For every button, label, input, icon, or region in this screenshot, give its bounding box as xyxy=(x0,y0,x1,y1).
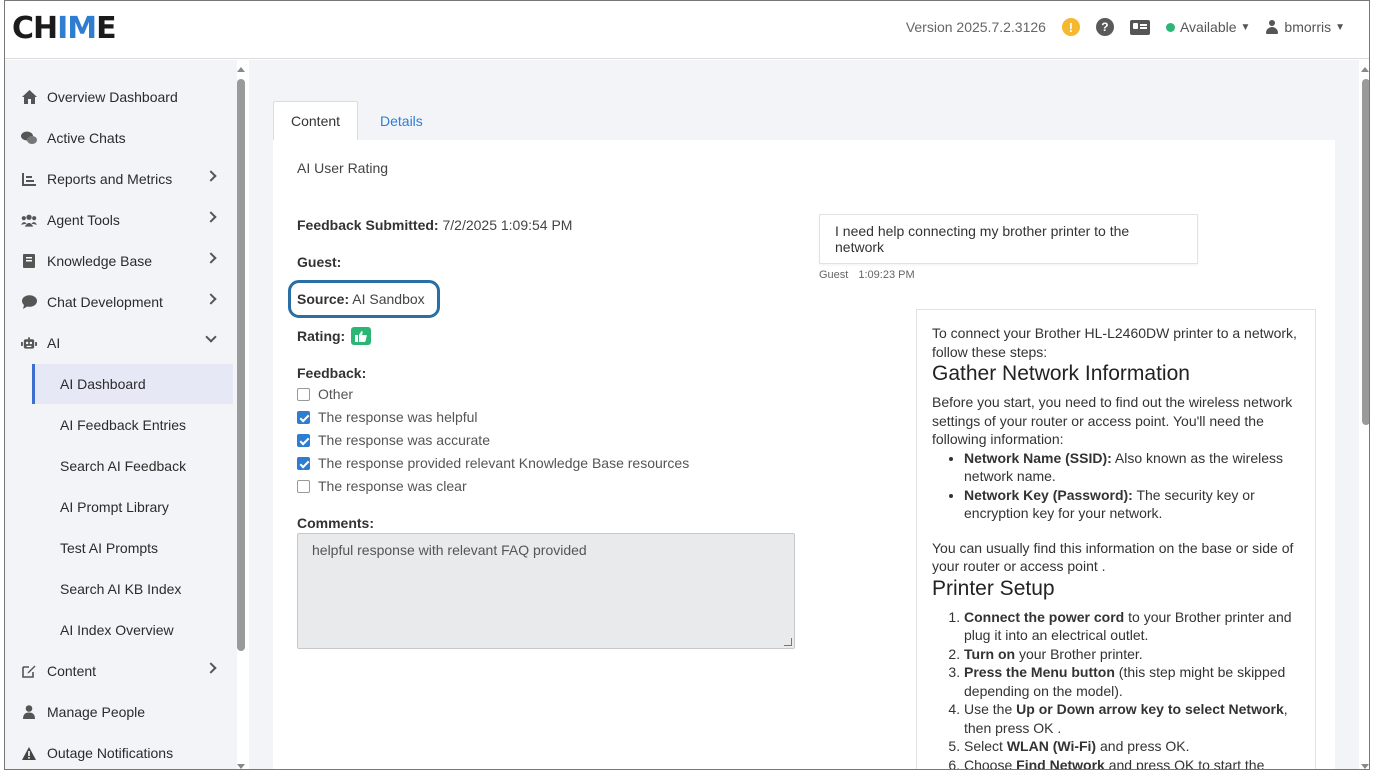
sidebar-item-agent-tools[interactable]: Agent Tools xyxy=(5,200,233,240)
checkbox-checked-icon[interactable] xyxy=(297,410,310,424)
home-icon xyxy=(21,89,37,105)
status-label: Available xyxy=(1179,19,1237,35)
list-item: Use the Up or Down arrow key to select N… xyxy=(964,700,1300,737)
sidebar-item-test-ai-prompts[interactable]: Test AI Prompts xyxy=(32,528,233,568)
feedback-submitted-field: Feedback Submitted: 7/2/2025 1:09:54 PM xyxy=(297,217,573,233)
scroll-up-icon[interactable] xyxy=(237,67,245,72)
list-item: Turn on your Brother printer. xyxy=(964,645,1300,664)
sidebar-item-reports-and-metrics[interactable]: Reports and Metrics xyxy=(5,159,233,199)
ai-heading-gather: Gather Network Information xyxy=(932,362,1190,385)
checkbox-helpful[interactable]: The response was helpful xyxy=(297,409,478,425)
guest-message-bubble: I need help connecting my brother printe… xyxy=(819,214,1198,264)
checkbox-checked-icon[interactable] xyxy=(297,433,310,447)
sidebar-nav: Overview Dashboard Active Chats Reports … xyxy=(5,60,237,769)
sidebar-item-knowledge-base[interactable]: Knowledge Base xyxy=(5,241,233,281)
rating-field: Rating: xyxy=(297,327,372,346)
warning-icon[interactable]: ! xyxy=(1061,18,1080,36)
scroll-down-icon[interactable] xyxy=(1361,764,1369,769)
status-dot-icon xyxy=(1165,22,1175,32)
ai-paragraph: You can usually find this information on… xyxy=(932,539,1294,575)
sidebar-item-search-ai-kb-index[interactable]: Search AI KB Index xyxy=(32,569,233,609)
chevron-right-icon xyxy=(205,252,217,264)
thumbs-up-icon xyxy=(351,327,372,346)
sidebar-item-active-chats[interactable]: Active Chats xyxy=(5,118,233,158)
ai-bullet-list: Network Name (SSID): Also known as the w… xyxy=(964,449,1300,523)
help-icon[interactable]: ? xyxy=(1095,18,1114,36)
tab-details[interactable]: Details xyxy=(363,101,440,141)
chevron-down-icon: ▼ xyxy=(1335,21,1345,33)
sidebar-item-search-ai-feedback[interactable]: Search AI Feedback xyxy=(32,446,233,486)
chat-bubbles-icon xyxy=(21,130,37,146)
scroll-up-icon[interactable] xyxy=(1361,67,1369,72)
sidebar-scrollbar-thumb[interactable] xyxy=(237,79,245,651)
users-icon xyxy=(21,212,37,228)
tab-bar: Content Details xyxy=(273,101,1335,141)
bar-chart-icon xyxy=(21,171,37,187)
comments-textarea[interactable]: helpful response with relevant FAQ provi… xyxy=(297,533,795,649)
robot-icon xyxy=(21,335,37,351)
ai-heading-printer-setup: Printer Setup xyxy=(932,576,1055,600)
sidebar-item-ai-index-overview[interactable]: AI Index Overview xyxy=(32,610,233,650)
ai-response-bubble: To connect your Brother HL-L2460DW print… xyxy=(916,309,1316,770)
chevron-down-icon: ▼ xyxy=(1240,21,1251,33)
sidebar-item-ai[interactable]: AI xyxy=(5,323,233,363)
ai-intro: To connect your Brother HL-L2460DW print… xyxy=(932,325,1297,360)
warning-icon xyxy=(21,745,37,761)
version-label: Version 2025.7.2.3126 xyxy=(905,19,1046,35)
ai-steps-list: Connect the power cord to your Brother p… xyxy=(964,608,1300,770)
sidebar-item-overview-dashboard[interactable]: Overview Dashboard xyxy=(5,77,233,117)
tab-content[interactable]: Content xyxy=(273,101,359,141)
sidebar-item-ai-feedback-entries[interactable]: AI Feedback Entries xyxy=(32,405,233,445)
section-title: AI User Rating xyxy=(297,160,389,176)
feedback-panel: AI User Rating Feedback Submitted: 7/2/2… xyxy=(273,140,1335,770)
user-menu[interactable]: bmorris ▼ xyxy=(1266,19,1345,35)
app-window: CHIME Version 2025.7.2.3126 ! ? Availabl… xyxy=(4,0,1370,770)
sidebar-item-content[interactable]: Content xyxy=(5,651,233,691)
checkbox-clear[interactable]: The response was clear xyxy=(297,478,467,494)
list-item: Network Name (SSID): Also known as the w… xyxy=(964,449,1300,486)
chevron-right-icon xyxy=(205,662,217,674)
checkbox-kb-resources[interactable]: The response provided relevant Knowledge… xyxy=(297,455,689,471)
header-toolbar: Version 2025.7.2.3126 ! ? Available ▼ bm… xyxy=(906,15,1345,39)
main-content: Content Details AI User Rating Feedback … xyxy=(249,60,1359,770)
guest-message-meta: Guest 1:09:23 PM xyxy=(819,269,915,281)
checkbox-icon[interactable] xyxy=(297,387,310,401)
edit-icon xyxy=(21,663,37,679)
chevron-right-icon xyxy=(205,293,217,305)
sidebar-item-chat-development[interactable]: Chat Development xyxy=(5,282,233,322)
feedback-label: Feedback: xyxy=(297,365,367,381)
main-scrollbar-thumb[interactable] xyxy=(1362,79,1369,425)
id-card-icon[interactable] xyxy=(1129,19,1150,35)
chevron-right-icon xyxy=(205,170,217,182)
list-item: Press the Menu button (this step might b… xyxy=(964,663,1300,700)
list-item: Choose Find Network and press OK to star… xyxy=(964,756,1300,770)
list-item: Network Key (Password): The security key… xyxy=(964,486,1300,523)
sidebar-item-manage-people[interactable]: Manage People xyxy=(5,692,233,732)
chime-logo[interactable]: CHIME xyxy=(12,11,117,46)
checkbox-checked-icon[interactable] xyxy=(297,456,310,470)
list-item: Select WLAN (Wi-Fi) and press OK. xyxy=(964,737,1300,756)
chevron-down-icon xyxy=(205,331,217,343)
book-icon xyxy=(21,253,37,269)
username-label: bmorris xyxy=(1284,19,1332,35)
comment-icon xyxy=(21,294,37,310)
source-field: Source: AI Sandbox xyxy=(297,291,425,307)
sidebar-item-outage-notifications[interactable]: Outage Notifications xyxy=(5,733,233,769)
ai-paragraph: Before you start, you need to find out t… xyxy=(932,394,1293,447)
guest-field: Guest: xyxy=(297,254,342,270)
top-header: CHIME Version 2025.7.2.3126 ! ? Availabl… xyxy=(5,1,1369,59)
status-dropdown[interactable]: Available ▼ xyxy=(1165,19,1251,35)
resize-grip-icon[interactable] xyxy=(784,638,792,646)
list-item: Connect the power cord to your Brother p… xyxy=(964,608,1300,645)
comments-label: Comments: xyxy=(297,515,375,531)
user-icon xyxy=(1266,20,1279,34)
checkbox-other[interactable]: Other xyxy=(297,386,353,402)
sidebar-item-ai-dashboard[interactable]: AI Dashboard xyxy=(32,364,233,404)
sidebar-item-ai-prompt-library[interactable]: AI Prompt Library xyxy=(32,487,233,527)
chevron-right-icon xyxy=(205,211,217,223)
checkbox-accurate[interactable]: The response was accurate xyxy=(297,432,490,448)
person-icon xyxy=(21,704,37,720)
scroll-down-icon[interactable] xyxy=(237,764,245,769)
checkbox-icon[interactable] xyxy=(297,479,310,493)
